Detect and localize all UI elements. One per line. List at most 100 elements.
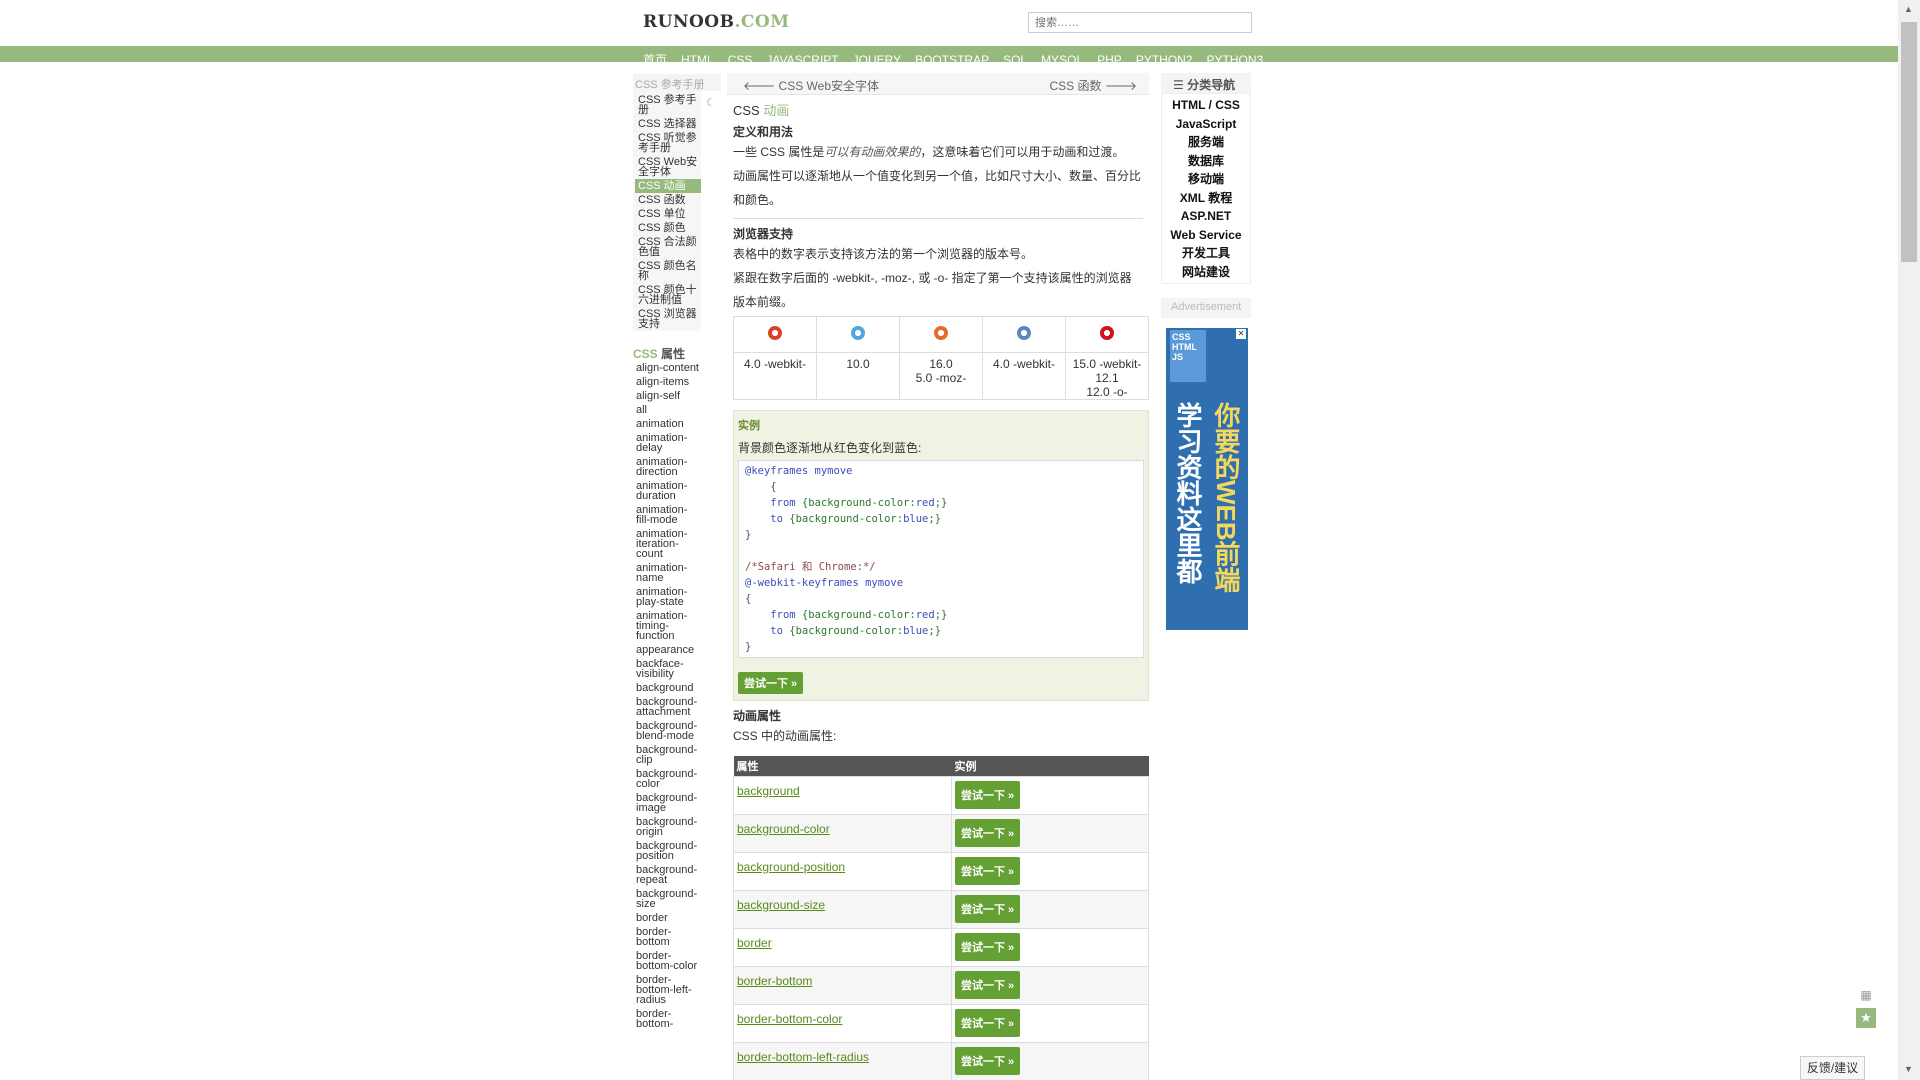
next-link[interactable]: CSS 函数 🡒 bbox=[1049, 77, 1137, 94]
try-it-button[interactable]: 尝试一下 » bbox=[955, 895, 1021, 923]
property-link[interactable]: animation-play-state bbox=[633, 585, 701, 609]
star-icon[interactable]: ★ bbox=[1856, 1008, 1876, 1028]
scroll-up-icon[interactable]: ▲ bbox=[1904, 4, 1913, 14]
sidebar-item[interactable]: CSS 颜色 bbox=[635, 221, 701, 235]
property-link[interactable]: animation-timing-function bbox=[633, 609, 701, 643]
page-scrollbar[interactable]: ▲ ▼ bbox=[1898, 0, 1920, 1080]
try-it-button[interactable]: 尝试一下 » bbox=[955, 1009, 1021, 1037]
property-link[interactable]: background-color bbox=[737, 822, 830, 836]
sidebar-item[interactable]: CSS 函数 bbox=[635, 193, 701, 207]
nav-item[interactable]: PYTHON3 bbox=[1207, 53, 1264, 62]
try-it-button[interactable]: 尝试一下 » bbox=[955, 1047, 1021, 1075]
nav-item[interactable]: MYSQL bbox=[1041, 53, 1083, 62]
try-it-button[interactable]: 尝试一下 » bbox=[955, 781, 1021, 809]
sidebar-item[interactable]: CSS 听觉参考手册 bbox=[635, 131, 701, 155]
qrcode-icon[interactable]: ▦ bbox=[1858, 988, 1874, 1004]
property-link[interactable]: border bbox=[633, 911, 701, 925]
browser-icon-cell bbox=[1065, 316, 1149, 353]
property-link[interactable]: animation-duration bbox=[633, 479, 701, 503]
property-link[interactable]: appearance bbox=[633, 643, 701, 657]
sidebar-item[interactable]: CSS 参考手册 bbox=[635, 93, 701, 117]
property-link[interactable]: border-bottom bbox=[737, 974, 812, 988]
property-link[interactable]: border bbox=[737, 936, 772, 950]
feedback-button[interactable]: 反馈/建议 bbox=[1800, 1056, 1865, 1080]
property-link[interactable]: background bbox=[633, 681, 701, 695]
try-it-button[interactable]: 尝试一下 » bbox=[955, 819, 1021, 847]
sidebar-item[interactable]: CSS 合法颜色值 bbox=[635, 235, 701, 259]
nav-item[interactable]: JAVASCRIPT bbox=[766, 53, 838, 62]
site-logo[interactable]: RUNOOB.COM bbox=[643, 12, 790, 32]
property-link[interactable]: backface-visibility bbox=[633, 657, 701, 681]
property-link[interactable]: animation-iteration-count bbox=[633, 527, 701, 561]
category-nav-item[interactable]: 服务端 bbox=[1162, 133, 1250, 152]
nav-item[interactable]: PYTHON2 bbox=[1136, 53, 1193, 62]
category-nav-item[interactable]: 数据库 bbox=[1162, 152, 1250, 171]
try-it-button[interactable]: 尝试一下 » bbox=[955, 857, 1021, 885]
property-link[interactable]: background-image bbox=[633, 791, 701, 815]
sidebar-item[interactable]: CSS 选择器 bbox=[635, 117, 701, 131]
nav-item[interactable]: SQL bbox=[1003, 53, 1027, 62]
property-link[interactable]: border-bottom-color bbox=[737, 1012, 842, 1026]
scroll-down-icon[interactable]: ▼ bbox=[1904, 1064, 1913, 1074]
property-link[interactable]: background-repeat bbox=[633, 863, 701, 887]
property-link[interactable]: border-bottom bbox=[633, 925, 701, 949]
close-icon[interactable]: ✕ bbox=[1236, 329, 1246, 339]
nav-item[interactable]: PHP bbox=[1097, 53, 1122, 62]
category-nav-item[interactable]: 移动端 bbox=[1162, 170, 1250, 189]
advertisement-label: Advertisement bbox=[1161, 298, 1251, 318]
property-link[interactable]: border-bottom-left-radius bbox=[737, 1050, 869, 1064]
nav-item[interactable]: BOOTSTRAP bbox=[915, 53, 989, 62]
property-link[interactable]: background-attachment bbox=[633, 695, 701, 719]
opera-icon bbox=[1100, 326, 1114, 340]
page-title: CSS 动画 bbox=[733, 100, 1143, 119]
theme-toggle-icon[interactable]: ☾ bbox=[706, 96, 716, 109]
property-link[interactable]: background-size bbox=[633, 887, 701, 911]
property-link[interactable]: background bbox=[737, 784, 800, 798]
property-link[interactable]: animation-name bbox=[633, 561, 701, 585]
nav-item[interactable]: JQUERY bbox=[853, 53, 901, 62]
sidebar-item[interactable]: CSS Web安全字体 bbox=[635, 155, 701, 179]
property-link[interactable]: background-clip bbox=[633, 743, 701, 767]
property-cell: background bbox=[733, 776, 952, 815]
category-nav-item[interactable]: XML 教程 bbox=[1162, 189, 1250, 208]
category-nav-item[interactable]: 网站建设 bbox=[1162, 263, 1250, 282]
sidebar-item[interactable]: CSS 颜色名称 bbox=[635, 259, 701, 283]
property-link[interactable]: background-position bbox=[633, 839, 701, 863]
nav-item[interactable]: 首页 bbox=[643, 51, 667, 62]
sidebar-item[interactable]: CSS 单位 bbox=[635, 207, 701, 221]
property-link[interactable]: border-bottom- bbox=[633, 1007, 701, 1031]
sidebar-item[interactable]: CSS 颜色十六进制值 bbox=[635, 283, 701, 307]
category-nav-item[interactable]: HTML / CSS bbox=[1162, 96, 1250, 115]
advertisement-banner[interactable]: CSS HTML JS ✕ 你要的WEB前端 学习资料这里都 bbox=[1166, 328, 1248, 630]
property-link[interactable]: animation-delay bbox=[633, 431, 701, 455]
property-link[interactable]: all bbox=[633, 403, 701, 417]
property-link[interactable]: align-items bbox=[633, 375, 701, 389]
property-link[interactable]: animation bbox=[633, 417, 701, 431]
try-it-button[interactable]: 尝试一下 » bbox=[955, 971, 1021, 999]
category-nav-item[interactable]: JavaScript bbox=[1162, 115, 1250, 134]
prev-link[interactable]: 🡐 CSS Web安全字体 bbox=[743, 77, 879, 94]
property-link[interactable]: background-color bbox=[633, 767, 701, 791]
search-input[interactable] bbox=[1028, 12, 1252, 33]
nav-item[interactable]: HTML bbox=[681, 53, 714, 62]
property-link[interactable]: background-size bbox=[737, 898, 825, 912]
nav-item[interactable]: CSS bbox=[728, 53, 753, 62]
sidebar-item[interactable]: CSS 浏览器支持 bbox=[635, 307, 701, 331]
category-nav-item[interactable]: Web Service bbox=[1162, 226, 1250, 245]
try-it-button[interactable]: 尝试一下 » bbox=[738, 672, 804, 694]
category-nav-item[interactable]: ASP.NET bbox=[1162, 207, 1250, 226]
left-sidebar: CSS 参考手册 ☾ CSS 参考手册 CSS 选择器 CSS 听觉参考手册 CSS … bbox=[633, 74, 721, 1031]
property-link[interactable]: align-content bbox=[633, 361, 701, 375]
property-link[interactable]: border-bottom-color bbox=[633, 949, 701, 973]
property-link[interactable]: background-position bbox=[737, 860, 845, 874]
property-link[interactable]: background-blend-mode bbox=[633, 719, 701, 743]
property-link[interactable]: border-bottom-left-radius bbox=[633, 973, 701, 1007]
sidebar-item[interactable]: CSS 动画 bbox=[635, 179, 701, 193]
property-link[interactable]: background-origin bbox=[633, 815, 701, 839]
property-link[interactable]: animation-fill-mode bbox=[633, 503, 701, 527]
try-it-button[interactable]: 尝试一下 » bbox=[955, 933, 1021, 961]
property-link[interactable]: align-self bbox=[633, 389, 701, 403]
category-nav-item[interactable]: 开发工具 bbox=[1162, 244, 1250, 263]
scroll-thumb[interactable] bbox=[1901, 22, 1917, 262]
property-link[interactable]: animation-direction bbox=[633, 455, 701, 479]
